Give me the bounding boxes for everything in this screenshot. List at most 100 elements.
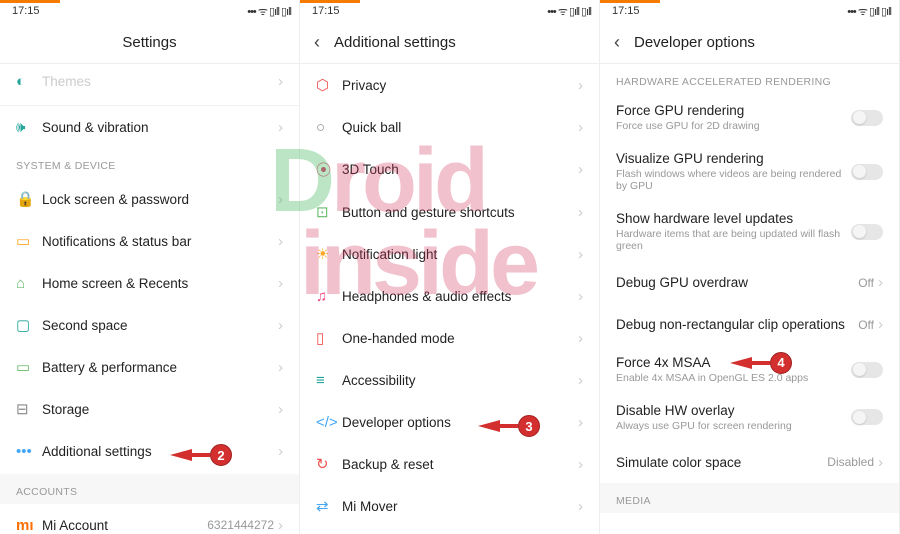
row-disable-hw[interactable]: Disable HW overlay Always use GPU for sc…: [600, 394, 899, 442]
section-system: SYSTEM & DEVICE: [0, 148, 299, 178]
chevron-right-icon: ›: [578, 204, 583, 221]
privacy-icon: ⬡: [316, 76, 342, 94]
status-time: 17:15: [312, 5, 340, 17]
row-mi-account[interactable]: mı Mi Account 6321444272 ›: [0, 504, 299, 534]
developer-icon: </>: [316, 414, 342, 431]
account-id: 6321444272: [207, 518, 274, 532]
status-bar: 17:15 ••• ᯤ ▯ıll ▯ıll: [600, 0, 899, 22]
battery-icon: ▭: [16, 358, 42, 376]
row-sound[interactable]: 🕪 Sound & vibration ›: [0, 106, 299, 148]
back-icon[interactable]: ‹: [614, 32, 620, 53]
chevron-right-icon: ›: [578, 288, 583, 305]
chevron-right-icon: ›: [578, 498, 583, 515]
chevron-right-icon: ›: [278, 401, 283, 418]
row-notif-light[interactable]: ☀ Notification light ›: [300, 233, 599, 275]
row-backup[interactable]: ↻ Backup & reset ›: [300, 443, 599, 485]
row-home[interactable]: ⌂ Home screen & Recents ›: [0, 262, 299, 304]
onehand-icon: ▯: [316, 329, 342, 347]
chevron-right-icon: ›: [578, 330, 583, 347]
row-notifications[interactable]: ▭ Notifications & status bar ›: [0, 220, 299, 262]
chevron-right-icon: ›: [278, 517, 283, 534]
toggle[interactable]: [851, 409, 883, 425]
row-force-gpu[interactable]: Force GPU rendering Force use GPU for 2D…: [600, 94, 899, 142]
lock-icon: 🔒: [16, 190, 42, 208]
chevron-right-icon: ›: [278, 443, 283, 460]
row-lock[interactable]: 🔒 Lock screen & password ›: [0, 178, 299, 220]
home-icon: ⌂: [16, 275, 42, 292]
status-icons: ••• ᯤ ▯ıll ▯ıll: [247, 4, 291, 19]
chevron-right-icon: ›: [278, 191, 283, 208]
chevron-right-icon: ›: [278, 317, 283, 334]
toggle[interactable]: [851, 164, 883, 180]
row-onehand[interactable]: ▯ One-handed mode ›: [300, 317, 599, 359]
chevron-right-icon: ›: [278, 275, 283, 292]
page-title: Additional settings: [334, 34, 456, 51]
chevron-right-icon: ›: [578, 119, 583, 136]
row-battery[interactable]: ▭ Battery & performance ›: [0, 346, 299, 388]
chevron-right-icon: ›: [578, 414, 583, 431]
section-hw-render: HARDWARE ACCELERATED RENDERING: [600, 64, 899, 94]
chevron-right-icon: ›: [578, 161, 583, 178]
chevron-right-icon: ›: [278, 233, 283, 250]
chevron-right-icon: ›: [578, 246, 583, 263]
row-debug-clip[interactable]: Debug non-rectangular clip operations Of…: [600, 304, 899, 346]
theme-icon: ◐: [16, 73, 42, 90]
status-bar: 17:15 ••• ᯤ ▯ıll ▯ıll: [0, 0, 299, 22]
row-second-space[interactable]: ▢ Second space ›: [0, 304, 299, 346]
status-bar: 17:15 ••• ᯤ ▯ıll ▯ıll: [300, 0, 599, 22]
status-time: 17:15: [12, 5, 40, 17]
chevron-right-icon: ›: [278, 73, 283, 90]
storage-icon: ⊟: [16, 400, 42, 418]
row-mimover[interactable]: ⇄ Mi Mover ›: [300, 485, 599, 527]
accessibility-icon: ≡: [316, 372, 342, 389]
row-headphones[interactable]: ♫ Headphones & audio effects ›: [300, 275, 599, 317]
chevron-right-icon: ›: [578, 372, 583, 389]
row-themes[interactable]: ◐ Themes ›: [0, 64, 299, 106]
row-3dtouch[interactable]: ⦿ 3D Touch ›: [300, 148, 599, 191]
row-sim-color[interactable]: Simulate color space Disabled ›: [600, 441, 899, 483]
row-force-msaa[interactable]: Force 4x MSAA Enable 4x MSAA in OpenGL E…: [600, 346, 899, 394]
panel-additional: 17:15 ••• ᯤ ▯ıll ▯ıll ‹ Additional setti…: [300, 0, 600, 534]
notifications-icon: ▭: [16, 232, 42, 250]
panel-developer: 17:15 ••• ᯤ ▯ıll ▯ıll ‹ Developer option…: [600, 0, 900, 534]
status-icons: ••• ᯤ ▯ıll ▯ıll: [547, 4, 591, 19]
chevron-right-icon: ›: [578, 456, 583, 473]
row-gesture[interactable]: ⊡ Button and gesture shortcuts ›: [300, 191, 599, 233]
row-debug-overdraw[interactable]: Debug GPU overdraw Off ›: [600, 262, 899, 304]
section-accounts: ACCOUNTS: [0, 474, 299, 504]
status-time: 17:15: [612, 5, 640, 17]
chevron-right-icon: ›: [878, 454, 883, 471]
row-accessibility[interactable]: ≡ Accessibility ›: [300, 359, 599, 401]
chevron-right-icon: ›: [278, 119, 283, 136]
chevron-right-icon: ›: [278, 359, 283, 376]
second-space-icon: ▢: [16, 316, 42, 334]
more-icon: •••: [16, 443, 42, 460]
status-icons: ••• ᯤ ▯ıll ▯ıll: [847, 4, 891, 19]
page-title: Settings: [122, 34, 176, 51]
row-show-hw[interactable]: Show hardware level updates Hardware ite…: [600, 202, 899, 262]
toggle[interactable]: [851, 110, 883, 126]
page-title: Developer options: [634, 34, 755, 51]
panel-settings: 17:15 ••• ᯤ ▯ıll ▯ıll Settings ◐ Themes …: [0, 0, 300, 534]
headphones-icon: ♫: [316, 288, 342, 305]
back-icon[interactable]: ‹: [314, 32, 320, 53]
row-developer[interactable]: </> Developer options › 3: [300, 401, 599, 443]
chevron-right-icon: ›: [878, 274, 883, 291]
header: Settings: [0, 22, 299, 64]
chevron-right-icon: ›: [878, 316, 883, 333]
toggle[interactable]: [851, 362, 883, 378]
row-additional[interactable]: ••• Additional settings › 2: [0, 430, 299, 472]
header: ‹ Additional settings: [300, 22, 599, 64]
section-media: MEDIA: [600, 483, 899, 513]
row-vis-gpu[interactable]: Visualize GPU rendering Flash windows wh…: [600, 142, 899, 202]
quickball-icon: ○: [316, 119, 342, 136]
backup-icon: ↻: [316, 455, 342, 473]
gesture-icon: ⊡: [316, 203, 342, 221]
3dtouch-icon: ⦿: [316, 159, 342, 180]
toggle[interactable]: [851, 224, 883, 240]
row-storage[interactable]: ⊟ Storage ›: [0, 388, 299, 430]
mimover-icon: ⇄: [316, 497, 342, 515]
row-quickball[interactable]: ○ Quick ball ›: [300, 106, 599, 148]
light-icon: ☀: [316, 245, 342, 263]
row-privacy[interactable]: ⬡ Privacy ›: [300, 64, 599, 106]
